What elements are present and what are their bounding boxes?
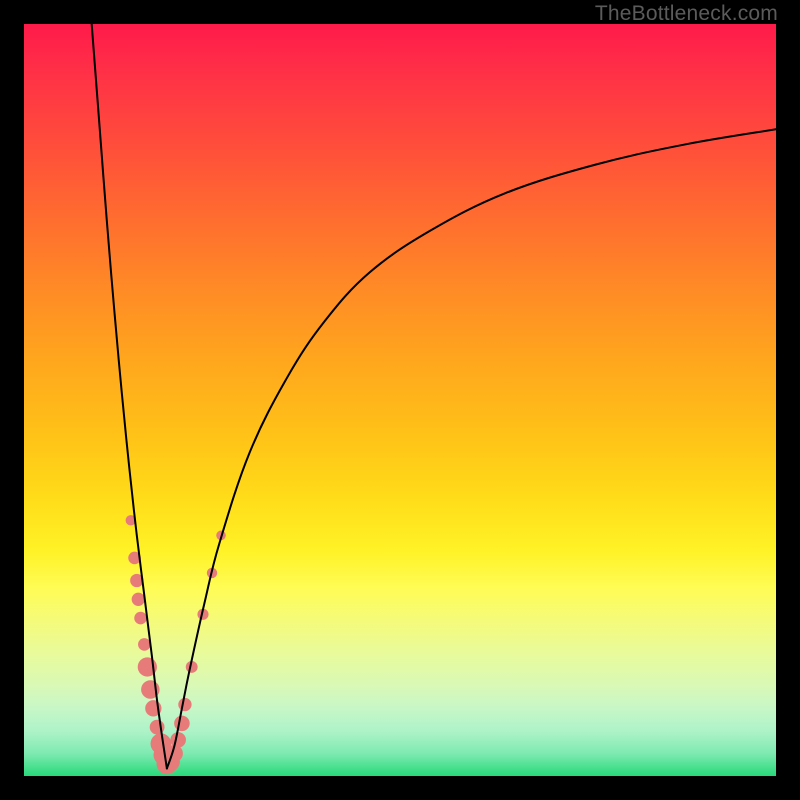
curve-left-branch: [92, 24, 167, 768]
plot-area: [24, 24, 776, 776]
data-marker: [134, 612, 147, 625]
data-marker: [170, 732, 186, 748]
chart-svg: [24, 24, 776, 776]
chart-frame: TheBottleneck.com: [0, 0, 800, 800]
data-marker: [174, 716, 190, 732]
watermark-label: TheBottleneck.com: [595, 2, 778, 26]
data-marker: [132, 593, 145, 606]
curve-layer: [92, 24, 776, 768]
data-marker: [178, 698, 191, 711]
curve-right-branch: [167, 129, 776, 768]
data-marker: [138, 638, 151, 651]
